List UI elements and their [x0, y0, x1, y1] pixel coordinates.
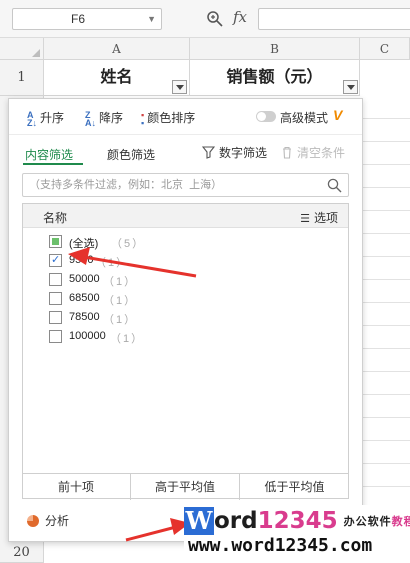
watermark-tagline: 办公软件教程: [344, 507, 410, 537]
red-arrow-icon: [125, 518, 190, 542]
watermark-tagline-text: 教程: [391, 516, 410, 528]
watermark-logo-number: 12345: [257, 508, 338, 534]
annotation-arrows: [68, 247, 197, 542]
watermark-tagline-text: 办公软件: [343, 516, 392, 528]
watermark-logo-w: W: [184, 506, 214, 535]
red-arrow-icon: [68, 247, 197, 278]
watermark-logo: Word12345办公软件教程: [184, 507, 410, 535]
watermark-logo-ord: ord: [214, 508, 258, 534]
watermark-url: www.word12345.com: [188, 535, 373, 556]
watermark: Word12345办公软件教程 www.word12345.com: [184, 505, 410, 563]
